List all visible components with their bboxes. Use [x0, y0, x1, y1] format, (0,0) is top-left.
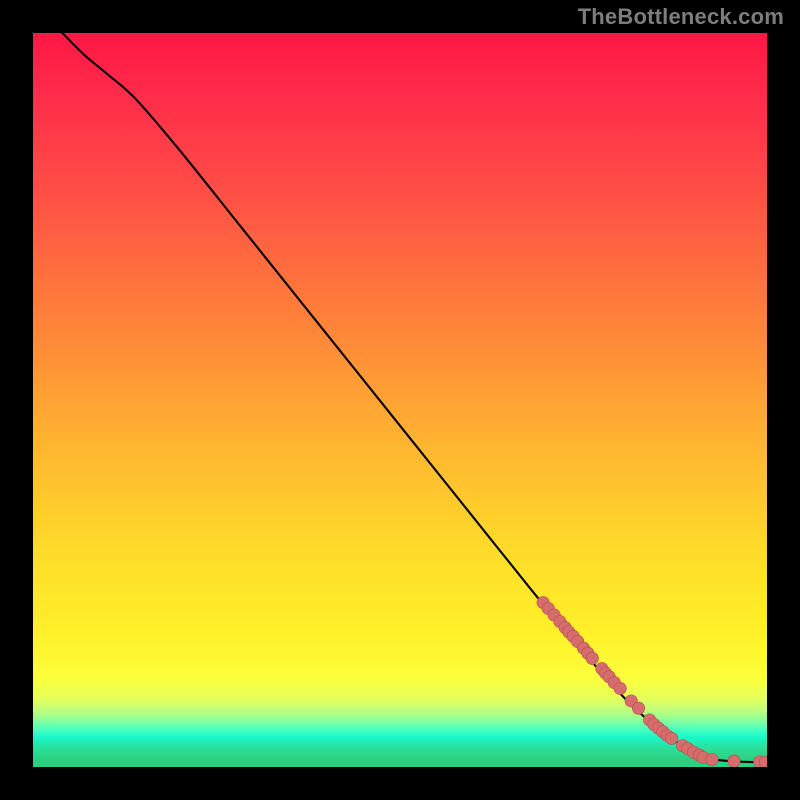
data-point	[728, 755, 740, 767]
data-point	[586, 652, 598, 664]
plot-area	[33, 33, 767, 767]
scatter-markers	[537, 596, 767, 767]
data-point	[614, 682, 626, 694]
chart-frame: { "attribution": "TheBottleneck.com", "c…	[0, 0, 800, 800]
attribution-label: TheBottleneck.com	[578, 4, 784, 30]
data-point	[632, 702, 644, 714]
chart-overlay	[33, 33, 767, 767]
curve-line	[62, 33, 767, 763]
data-point	[665, 732, 677, 744]
data-point	[706, 753, 718, 765]
